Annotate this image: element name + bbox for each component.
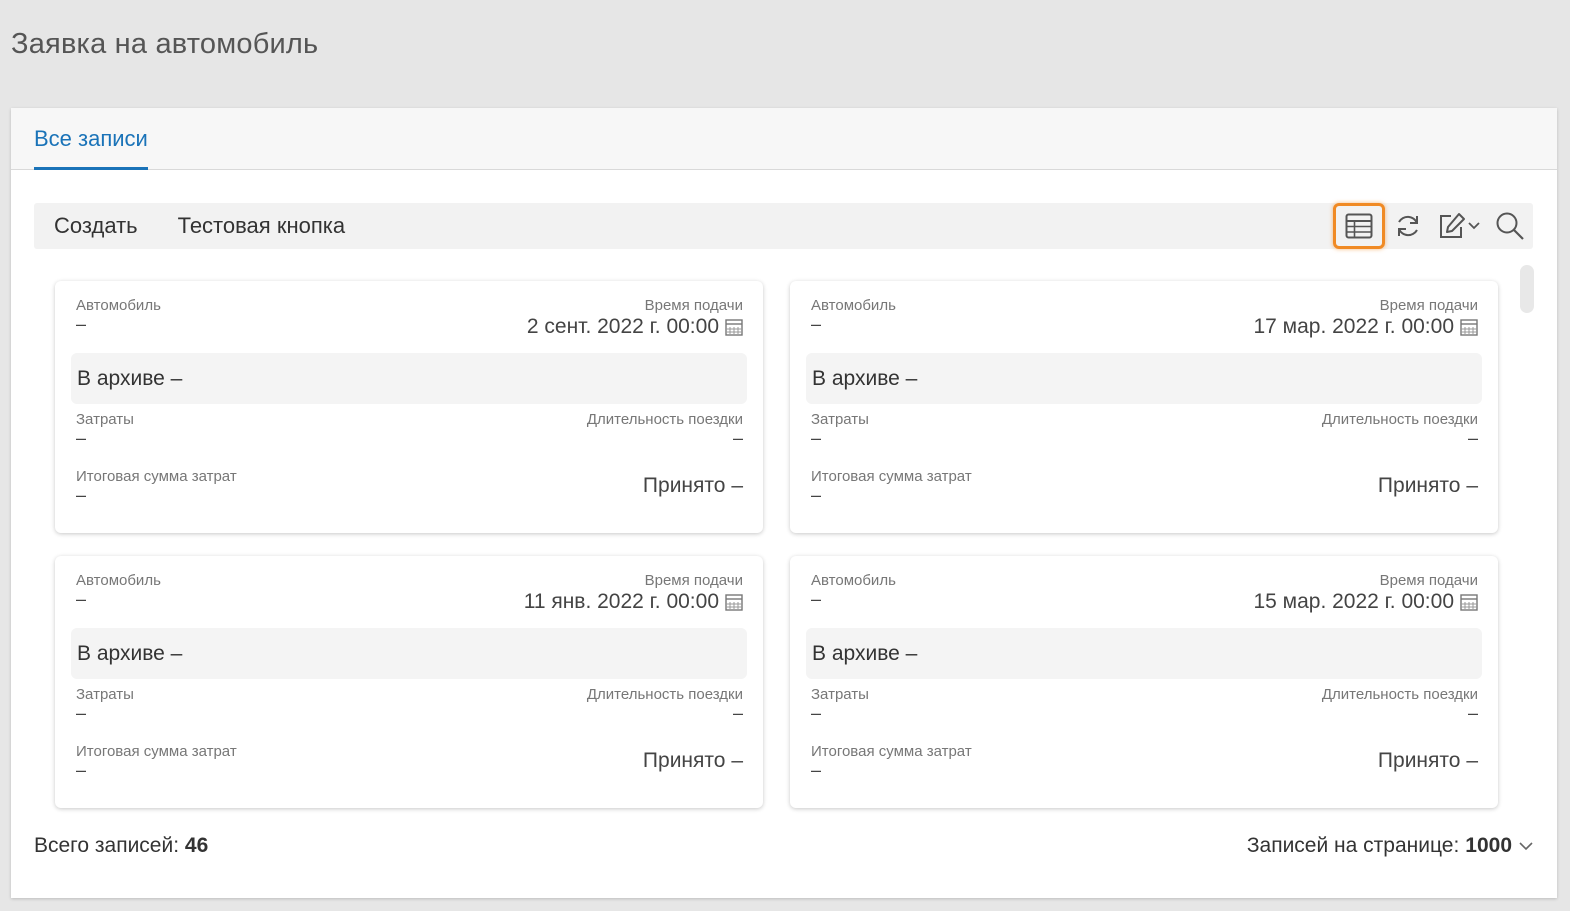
calendar-icon bbox=[725, 594, 743, 611]
costs-label: Затраты bbox=[811, 411, 869, 428]
accepted-status: Принято – bbox=[1378, 749, 1478, 773]
per-page-value: 1000 bbox=[1465, 834, 1512, 857]
archive-value: – bbox=[905, 641, 918, 665]
archive-value: – bbox=[170, 641, 183, 665]
table-view-button[interactable] bbox=[1333, 203, 1385, 249]
archive-label: В архиве bbox=[77, 641, 165, 665]
archive-status: В архиве – bbox=[71, 353, 747, 404]
toolbar: Создать Тестовая кнопка bbox=[34, 203, 1533, 249]
calendar-icon bbox=[1460, 594, 1478, 611]
total-cost-value: – bbox=[811, 485, 822, 505]
duration-label: Длительность поездки bbox=[1321, 686, 1478, 703]
tab-label: Все записи bbox=[34, 126, 148, 151]
refresh-icon bbox=[1398, 215, 1418, 237]
total-cost-label: Итоговая сумма затрат bbox=[811, 743, 972, 760]
records-panel: Все записи Создать Тестовая кнопка Автом… bbox=[11, 108, 1557, 898]
accepted-label: Принято bbox=[1377, 474, 1461, 497]
car-value: – bbox=[76, 314, 87, 334]
time-value: 15 мар. 2022 г. 00:00 bbox=[1253, 590, 1454, 613]
car-value: – bbox=[811, 589, 822, 609]
search-icon bbox=[1496, 212, 1524, 240]
accepted-status: Принято – bbox=[643, 749, 743, 773]
total-cost-label: Итоговая сумма затрат bbox=[76, 743, 237, 760]
tab-all-records[interactable]: Все записи bbox=[34, 108, 148, 170]
total-records-label: Всего записей: bbox=[34, 834, 180, 857]
duration-value: – bbox=[732, 703, 743, 723]
search-button[interactable] bbox=[1487, 203, 1533, 249]
costs-label: Затраты bbox=[76, 411, 134, 428]
page-title: Заявка на автомобиль bbox=[11, 28, 319, 60]
calendar-icon bbox=[1460, 319, 1478, 336]
costs-value: – bbox=[76, 428, 87, 448]
per-page-label: Записей на странице: bbox=[1246, 834, 1460, 857]
accepted-value: – bbox=[1466, 749, 1478, 772]
total-cost-label: Итоговая сумма затрат bbox=[811, 468, 972, 485]
tab-active-indicator bbox=[34, 167, 148, 170]
total-cost-label: Итоговая сумма затрат bbox=[76, 468, 237, 485]
duration-value: – bbox=[732, 428, 743, 448]
per-page-selector[interactable]: Записей на странице: 1000 bbox=[1247, 834, 1534, 858]
edit-icon bbox=[1440, 213, 1465, 238]
scrollbar[interactable] bbox=[1520, 265, 1534, 313]
car-value: – bbox=[76, 589, 87, 609]
time-label: Время подачи bbox=[1379, 572, 1478, 589]
accepted-label: Принято bbox=[642, 749, 726, 772]
accepted-status: Принято – bbox=[643, 474, 743, 498]
time-value: 17 мар. 2022 г. 00:00 bbox=[1253, 315, 1454, 338]
accepted-status: Принято – bbox=[1378, 474, 1478, 498]
car-label: Автомобиль bbox=[76, 297, 161, 314]
time-value: 2 сент. 2022 г. 00:00 bbox=[526, 315, 719, 338]
total-records-value: 46 bbox=[184, 834, 209, 857]
accepted-value: – bbox=[731, 749, 743, 772]
archive-status: В архиве – bbox=[806, 353, 1482, 404]
car-label: Автомобиль bbox=[76, 572, 161, 589]
chevron-down-icon bbox=[1468, 222, 1480, 230]
archive-label: В архиве bbox=[812, 366, 900, 390]
table-view-icon bbox=[1345, 213, 1373, 239]
costs-value: – bbox=[811, 428, 822, 448]
costs-label: Затраты bbox=[76, 686, 134, 703]
costs-label: Затраты bbox=[811, 686, 869, 703]
refresh-button[interactable] bbox=[1385, 203, 1431, 249]
accepted-label: Принято bbox=[1377, 749, 1461, 772]
archive-status: В архиве – bbox=[806, 628, 1482, 679]
toolbar-icons bbox=[1333, 203, 1533, 249]
costs-value: – bbox=[811, 703, 822, 723]
time-label: Время подачи bbox=[644, 572, 743, 589]
total-cost-value: – bbox=[76, 760, 87, 780]
duration-label: Длительность поездки bbox=[586, 411, 743, 428]
costs-value: – bbox=[76, 703, 87, 723]
car-value: – bbox=[811, 314, 822, 334]
duration-value: – bbox=[1467, 703, 1478, 723]
archive-label: В архиве bbox=[77, 366, 165, 390]
tabs-bar: Все записи bbox=[11, 108, 1557, 170]
accepted-value: – bbox=[731, 474, 743, 497]
edit-menu-button[interactable] bbox=[1431, 203, 1487, 249]
total-cost-value: – bbox=[811, 760, 822, 780]
record-card[interactable]: Автомобиль – Время подачи 17 мар. 2022 г… bbox=[790, 281, 1498, 533]
total-cost-value: – bbox=[76, 485, 87, 505]
total-records: Всего записей: 46 bbox=[34, 834, 208, 858]
duration-label: Длительность поездки bbox=[1321, 411, 1478, 428]
calendar-icon bbox=[725, 319, 743, 336]
time-value: 11 янв. 2022 г. 00:00 bbox=[523, 590, 719, 613]
archive-value: – bbox=[170, 366, 183, 390]
time-label: Время подачи bbox=[1379, 297, 1478, 314]
create-button[interactable]: Создать bbox=[34, 203, 158, 249]
accepted-label: Принято bbox=[642, 474, 726, 497]
duration-label: Длительность поездки bbox=[586, 686, 743, 703]
record-card[interactable]: Автомобиль – Время подачи 15 мар. 2022 г… bbox=[790, 556, 1498, 808]
archive-value: – bbox=[905, 366, 918, 390]
archive-status: В архиве – bbox=[71, 628, 747, 679]
time-label: Время подачи bbox=[644, 297, 743, 314]
chevron-down-icon bbox=[1519, 842, 1533, 851]
archive-label: В архиве bbox=[812, 641, 900, 665]
accepted-value: – bbox=[1466, 474, 1478, 497]
test-button[interactable]: Тестовая кнопка bbox=[158, 203, 365, 249]
duration-value: – bbox=[1467, 428, 1478, 448]
record-card[interactable]: Автомобиль – Время подачи 2 сент. 2022 г… bbox=[55, 281, 763, 533]
car-label: Автомобиль bbox=[811, 572, 896, 589]
record-card[interactable]: Автомобиль – Время подачи 11 янв. 2022 г… bbox=[55, 556, 763, 808]
car-label: Автомобиль bbox=[811, 297, 896, 314]
